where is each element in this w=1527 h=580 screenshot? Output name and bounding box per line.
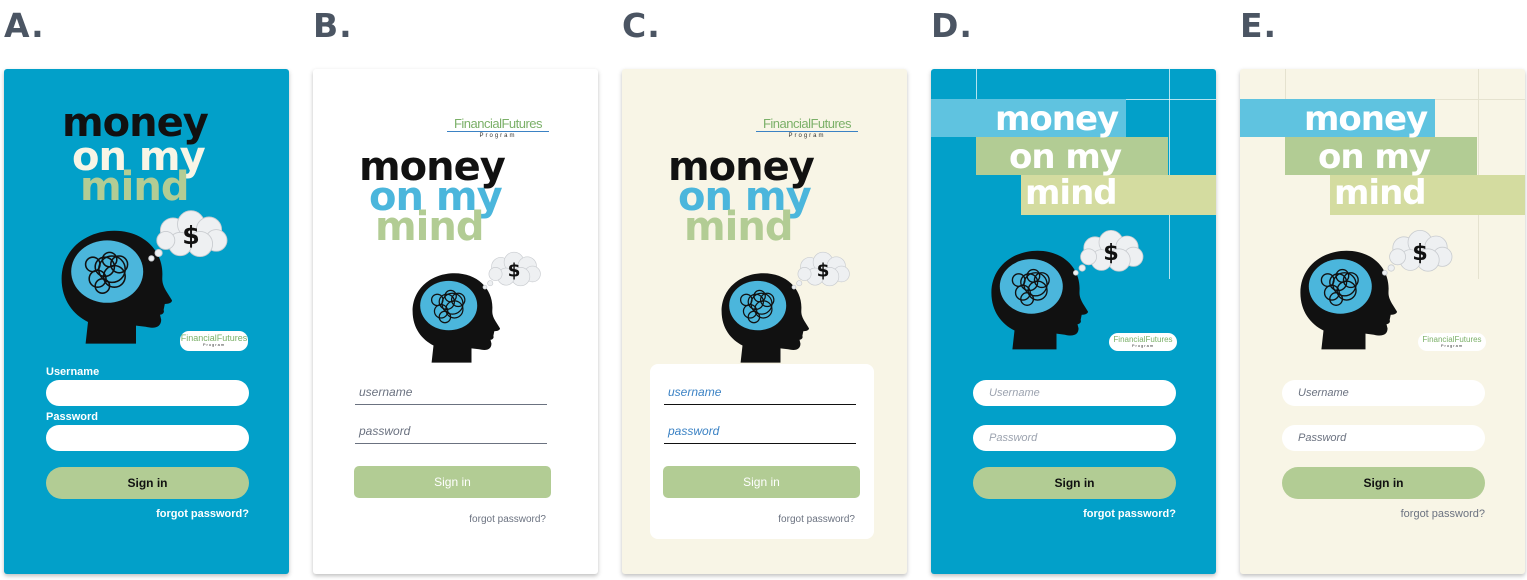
phone-screen: FinancialFutures Program money on my min…: [622, 69, 907, 574]
title-mind: mind: [80, 164, 189, 210]
username-input[interactable]: Username: [973, 380, 1176, 406]
financial-futures-logo: FinancialFutures Program: [1109, 333, 1177, 351]
username-input[interactable]: [46, 380, 249, 406]
title-mind: mind: [375, 204, 484, 250]
username-input[interactable]: Username: [1282, 380, 1485, 406]
variant-label: E.: [1240, 6, 1278, 45]
sign-in-button[interactable]: Sign in: [663, 466, 860, 498]
variant-d: D. money on my mind FinancialFutures Pro…: [931, 0, 1218, 580]
variant-label: B.: [313, 6, 353, 45]
money-thought-bubble-icon: [1071, 227, 1151, 277]
variant-a: A. money on my mind FinancialFutures Pro…: [4, 0, 291, 580]
money-thought-bubble-icon: [1380, 227, 1460, 277]
phone-screen: money on my mind FinancialFutures Progra…: [931, 69, 1216, 574]
forgot-password-link[interactable]: forgot password?: [973, 508, 1176, 520]
financial-futures-logo: FinancialFutures Program: [443, 117, 553, 139]
title-on-my: on my: [1009, 137, 1122, 177]
forgot-password-link[interactable]: forgot password?: [354, 514, 546, 525]
financial-futures-logo: FinancialFutures Program: [752, 117, 862, 139]
password-input[interactable]: password: [664, 424, 856, 444]
phone-screen: money on my mind FinancialFutures Progra…: [4, 69, 289, 574]
money-thought-bubble-icon: [481, 249, 547, 291]
variant-c: C. FinancialFutures Program money on my …: [622, 0, 909, 580]
sign-in-button[interactable]: Sign in: [354, 466, 551, 498]
forgot-password-link[interactable]: forgot password?: [46, 508, 249, 520]
logo-swoosh: [756, 131, 858, 132]
password-input[interactable]: password: [355, 424, 547, 444]
phone-screen: FinancialFutures Program money on my min…: [313, 69, 598, 574]
title-money: money: [995, 99, 1119, 139]
password-input[interactable]: Password: [973, 425, 1176, 451]
variant-label: C.: [622, 6, 661, 45]
username-input[interactable]: username: [664, 385, 856, 405]
variant-label: A.: [4, 6, 45, 45]
forgot-password-link[interactable]: forgot password?: [1282, 508, 1485, 520]
username-input[interactable]: username: [355, 385, 547, 405]
logo-swoosh: [447, 131, 549, 132]
title-mind: mind: [684, 204, 793, 250]
financial-futures-logo: FinancialFutures Program: [180, 331, 248, 351]
variant-label: D.: [931, 6, 973, 45]
sign-in-button[interactable]: Sign in: [1282, 467, 1485, 499]
grid-line: [976, 69, 977, 99]
money-thought-bubble-icon: [146, 207, 236, 263]
title-mind: mind: [1025, 173, 1118, 213]
grid-line: [1169, 69, 1170, 279]
sign-in-button[interactable]: Sign in: [973, 467, 1176, 499]
variant-e: E. money on my mind FinancialFutures Pro…: [1240, 0, 1527, 580]
money-thought-bubble-icon: [790, 249, 856, 291]
grid-line: [1478, 69, 1479, 279]
password-input[interactable]: [46, 425, 249, 451]
variant-b: B. FinancialFutures Program money on my …: [313, 0, 600, 580]
phone-screen: money on my mind FinancialFutures Progra…: [1240, 69, 1525, 574]
password-label: Password: [46, 411, 98, 423]
title-mind: mind: [1334, 173, 1427, 213]
sign-in-button[interactable]: Sign in: [46, 467, 249, 499]
financial-futures-logo: FinancialFutures Program: [1418, 333, 1486, 351]
title-on-my: on my: [1318, 137, 1431, 177]
forgot-password-link[interactable]: forgot password?: [663, 514, 855, 525]
username-label: Username: [46, 366, 100, 378]
password-input[interactable]: Password: [1282, 425, 1485, 451]
grid-line: [1285, 69, 1286, 99]
title-money: money: [1304, 99, 1428, 139]
